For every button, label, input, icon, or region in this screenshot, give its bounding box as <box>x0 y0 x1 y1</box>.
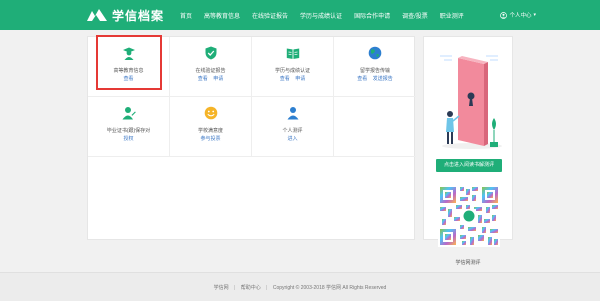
footer-separator: | <box>266 285 268 291</box>
service-title: 留学报告传输 <box>359 68 390 74</box>
side-panel: 点击进入阅读书解测评 学信网测评 <box>423 36 513 266</box>
view-link[interactable]: 查看 <box>357 76 367 82</box>
nav-degree-certification[interactable]: 学历与成绩认证 <box>300 11 342 20</box>
vote-link[interactable]: 参与投票 <box>200 136 220 142</box>
nav-home[interactable]: 首页 <box>180 11 192 20</box>
service-online-verification[interactable]: 在线验证报告 查看 申请 <box>170 37 252 97</box>
graduate-icon <box>123 47 135 60</box>
service-links: 参与投票 <box>170 135 251 142</box>
service-empty-cell <box>334 97 416 157</box>
service-links: 查看 <box>88 75 169 82</box>
user-center-menu[interactable]: 个人中心 ▾ <box>500 0 536 30</box>
shield-check-icon <box>205 46 217 60</box>
chevron-down-icon: ▾ <box>533 12 536 18</box>
copyright-text: Copyright © 2003-2018 学信网 All Rights Res… <box>272 285 387 291</box>
send-report-link[interactable]: 发送报告 <box>373 76 393 82</box>
footer-link-chsi[interactable]: 学信网 <box>214 285 229 291</box>
service-degree-certification[interactable]: 学历与成绩认证 查看 申请 <box>252 37 334 97</box>
footer-link-help[interactable]: 帮助中心 <box>241 285 261 291</box>
service-higher-education[interactable]: 高等教育信息 查看 <box>88 35 170 97</box>
qr-caption: 学信网测评 <box>455 260 481 266</box>
site-logo[interactable]: 学信档案 <box>86 6 164 24</box>
apply-link[interactable]: 申请 <box>295 76 305 82</box>
person-icon <box>287 107 299 120</box>
globe-icon <box>368 46 382 60</box>
service-title: 毕业证书(跟)保存对 <box>106 128 151 134</box>
service-panel: 高等教育信息 查看 在线验证报告 查看 申请 学历与成绩认证 查看 申请 留学报… <box>87 35 416 240</box>
qr-code-image <box>438 185 500 247</box>
smile-icon <box>204 106 218 120</box>
service-school-satisfaction[interactable]: 学校满意度 参与投票 <box>170 97 252 157</box>
view-link[interactable]: 查看 <box>280 76 290 82</box>
reading-test-illustration <box>432 46 506 154</box>
service-title: 学历与成绩认证 <box>274 68 310 74</box>
nav-survey-vote[interactable]: 调查/投票 <box>402 11 428 20</box>
user-circle-icon <box>500 11 508 19</box>
service-title: 学校满意度 <box>197 128 223 134</box>
service-links: 授权 <box>88 135 169 142</box>
reading-test-button[interactable]: 点击进入阅读书解测评 <box>436 159 502 172</box>
service-personal-test[interactable]: 个人测评 进入 <box>252 97 334 157</box>
book-icon <box>286 48 300 59</box>
service-links: 查看 发送报告 <box>334 75 416 82</box>
authorize-link[interactable]: 授权 <box>123 136 133 142</box>
enter-link[interactable]: 进入 <box>287 136 297 142</box>
nav-career-test[interactable]: 职业测评 <box>440 11 464 20</box>
service-links: 查看 申请 <box>252 75 333 82</box>
user-center-label: 个人中心 <box>509 13 532 19</box>
main-nav: 首页 高等教育信息 在线验证报告 学历与成绩认证 国际合作申请 调查/投票 职业… <box>180 0 476 30</box>
nav-higher-education[interactable]: 高等教育信息 <box>204 11 240 20</box>
service-study-abroad-report[interactable]: 留学报告传输 查看 发送报告 <box>334 37 416 97</box>
view-link[interactable]: 查看 <box>198 76 208 82</box>
service-title: 高等教育信息 <box>113 68 144 74</box>
footer-separator: | <box>234 285 236 291</box>
service-diploma-authorization[interactable]: 毕业证书(跟)保存对 授权 <box>88 97 170 157</box>
service-title: 在线验证报告 <box>195 68 226 74</box>
logo-icon <box>87 9 107 21</box>
footer: 学信网 | 帮助中心 | Copyright © 2003-2018 学信网 A… <box>0 272 600 301</box>
service-links: 进入 <box>252 135 333 142</box>
logo-text: 学信档案 <box>112 8 165 23</box>
nav-online-verification[interactable]: 在线验证报告 <box>252 11 288 20</box>
apply-link[interactable]: 申请 <box>213 76 223 82</box>
view-link[interactable]: 查看 <box>123 76 133 82</box>
service-title: 个人测评 <box>282 128 303 134</box>
nav-international[interactable]: 国际合作申请 <box>354 11 390 20</box>
footer-content: 学信网 | 帮助中心 | Copyright © 2003-2018 学信网 A… <box>0 284 600 291</box>
user-edit-icon <box>122 107 136 120</box>
top-nav-bar: 学信档案 首页 高等教育信息 在线验证报告 学历与成绩认证 国际合作申请 调查/… <box>0 0 600 30</box>
service-links: 查看 申请 <box>170 75 251 82</box>
